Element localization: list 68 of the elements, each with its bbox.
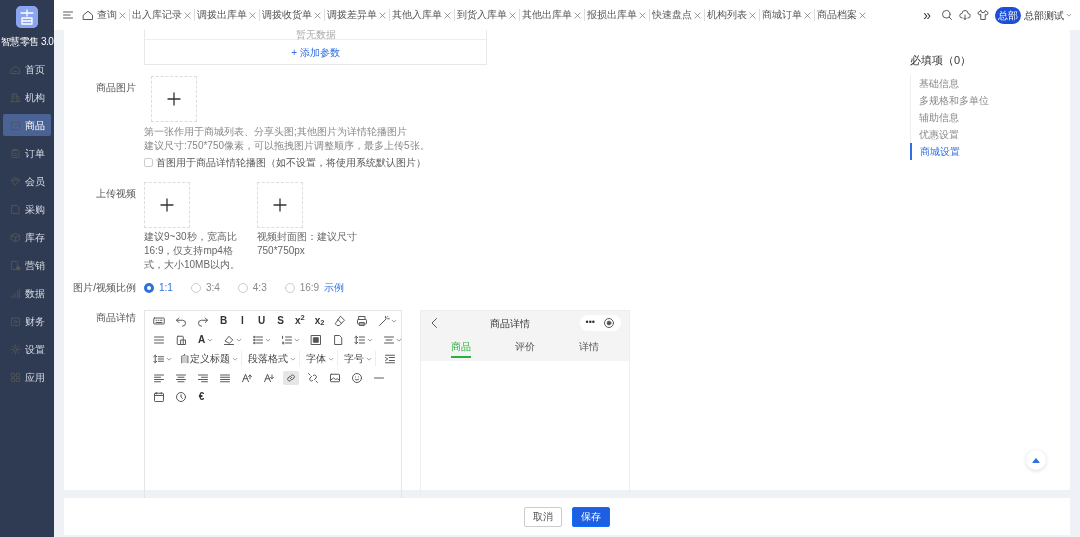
toolbar-button[interactable]: S	[274, 313, 287, 328]
tab[interactable]: 到货入库单	[457, 9, 507, 21]
toolbar-button[interactable]: I	[236, 313, 249, 328]
toolbar-button[interactable]: B	[217, 313, 230, 328]
preview-tab[interactable]: 详情	[579, 338, 599, 358]
toolbar-button[interactable]: €	[195, 389, 208, 404]
capsule-menu[interactable]: •••	[579, 315, 621, 331]
dropdown[interactable]: 字号	[344, 351, 376, 366]
field-label: 图片/视频比例	[72, 281, 137, 295]
tab[interactable]: 商城订单	[762, 9, 802, 21]
toolbar-button[interactable]: A	[195, 332, 215, 347]
field-label: 商品图片	[95, 81, 137, 95]
dropdown[interactable]: 自定义标题	[180, 351, 242, 366]
sidebar-item[interactable]: 机构	[3, 86, 51, 108]
tab[interactable]: 调拨差异单	[327, 9, 377, 21]
radio-label[interactable]: 16:9	[299, 280, 320, 295]
toolbar-button[interactable]: x$_{2}$	[312, 313, 327, 328]
cancel-button[interactable]: 取消	[524, 506, 562, 527]
anchor-link[interactable]: 商城设置	[910, 142, 1070, 160]
radio-label[interactable]: 4:3	[252, 280, 267, 295]
tab[interactable]: 其他出库单	[522, 9, 572, 21]
tab[interactable]: 出入库记录	[132, 9, 182, 21]
tab[interactable]: 其他入库单	[392, 9, 442, 21]
sidebar-item[interactable]: 财务	[3, 310, 51, 332]
tab[interactable]: 报损出库单	[587, 9, 637, 21]
sidebar-item[interactable]: 数据	[3, 282, 51, 304]
radio-label[interactable]: 3:4	[205, 280, 220, 295]
sidebar-item[interactable]: 商品	[3, 114, 51, 136]
dropdown[interactable]: 段落格式	[248, 351, 300, 366]
hint-text: 建议尺寸:750*750像素，可以拖拽图片调整顺序，最多上传5张。	[144, 139, 430, 153]
tab[interactable]: 调拨收货单	[262, 9, 312, 21]
field-label: 上传视频	[95, 187, 137, 201]
save-button[interactable]: 保存	[572, 506, 610, 527]
anchor-link[interactable]: 优惠设置	[910, 125, 1070, 143]
brand-name: 智慧零售 3.0	[0, 35, 54, 49]
tab[interactable]: 调拨出库单	[197, 9, 247, 21]
checkbox-label[interactable]: 首图用于商品详情轮播图（如不设置，将使用系统默认图片）	[155, 155, 426, 170]
user-name[interactable]: 总部测试	[1023, 7, 1064, 23]
sidebar-item[interactable]: 营销	[3, 254, 51, 276]
preview-title: 商品详情	[490, 316, 531, 331]
more-tabs-button[interactable]: »	[923, 4, 931, 26]
radio-label[interactable]: 1:1	[159, 280, 173, 295]
preview-tab[interactable]: 评价	[515, 338, 535, 358]
hint-text: 第一张作用于商城列表、分享头图;其他图片为详情轮播图片	[144, 125, 408, 139]
field-label: 商品详情	[95, 311, 137, 325]
anchor-link[interactable]: 基础信息	[910, 74, 1070, 92]
toolbar-button[interactable]: U	[255, 313, 268, 328]
dropdown[interactable]: 字体	[306, 351, 338, 366]
tab[interactable]: 快速盘点	[652, 9, 692, 21]
sidebar-item[interactable]: 设置	[3, 338, 51, 360]
tab[interactable]: 商品档案	[817, 9, 857, 21]
tab[interactable]: 机构列表	[707, 9, 747, 21]
hint-text: 建议9~30秒，宽高比16:9，仅支持mp4格式，大小10MB以内。	[144, 230, 242, 272]
tab[interactable]: 查询	[97, 9, 117, 21]
section-title: 必填项（0）	[910, 53, 973, 68]
hint-text: 视频封面图：建议尺寸750*750px	[257, 230, 358, 258]
example-link[interactable]: 示例	[324, 280, 345, 295]
sidebar-item[interactable]: 首页	[3, 58, 51, 80]
sidebar-item[interactable]: 应用	[3, 366, 51, 388]
toolbar-button[interactable]: x$^{2}$	[293, 313, 307, 328]
anchor-link[interactable]: 辅助信息	[910, 108, 1070, 126]
sidebar-item[interactable]: 采购	[3, 198, 51, 220]
empty-text: 暂无数据	[294, 30, 337, 39]
anchor-link[interactable]: 多规格和多单位	[910, 91, 1070, 109]
sidebar-item[interactable]: 订单	[3, 142, 51, 164]
sidebar-item[interactable]: 库存	[3, 226, 51, 248]
sidebar-item[interactable]: 会员	[3, 170, 51, 192]
add-parameter-link[interactable]: + 添加参数	[291, 44, 340, 60]
